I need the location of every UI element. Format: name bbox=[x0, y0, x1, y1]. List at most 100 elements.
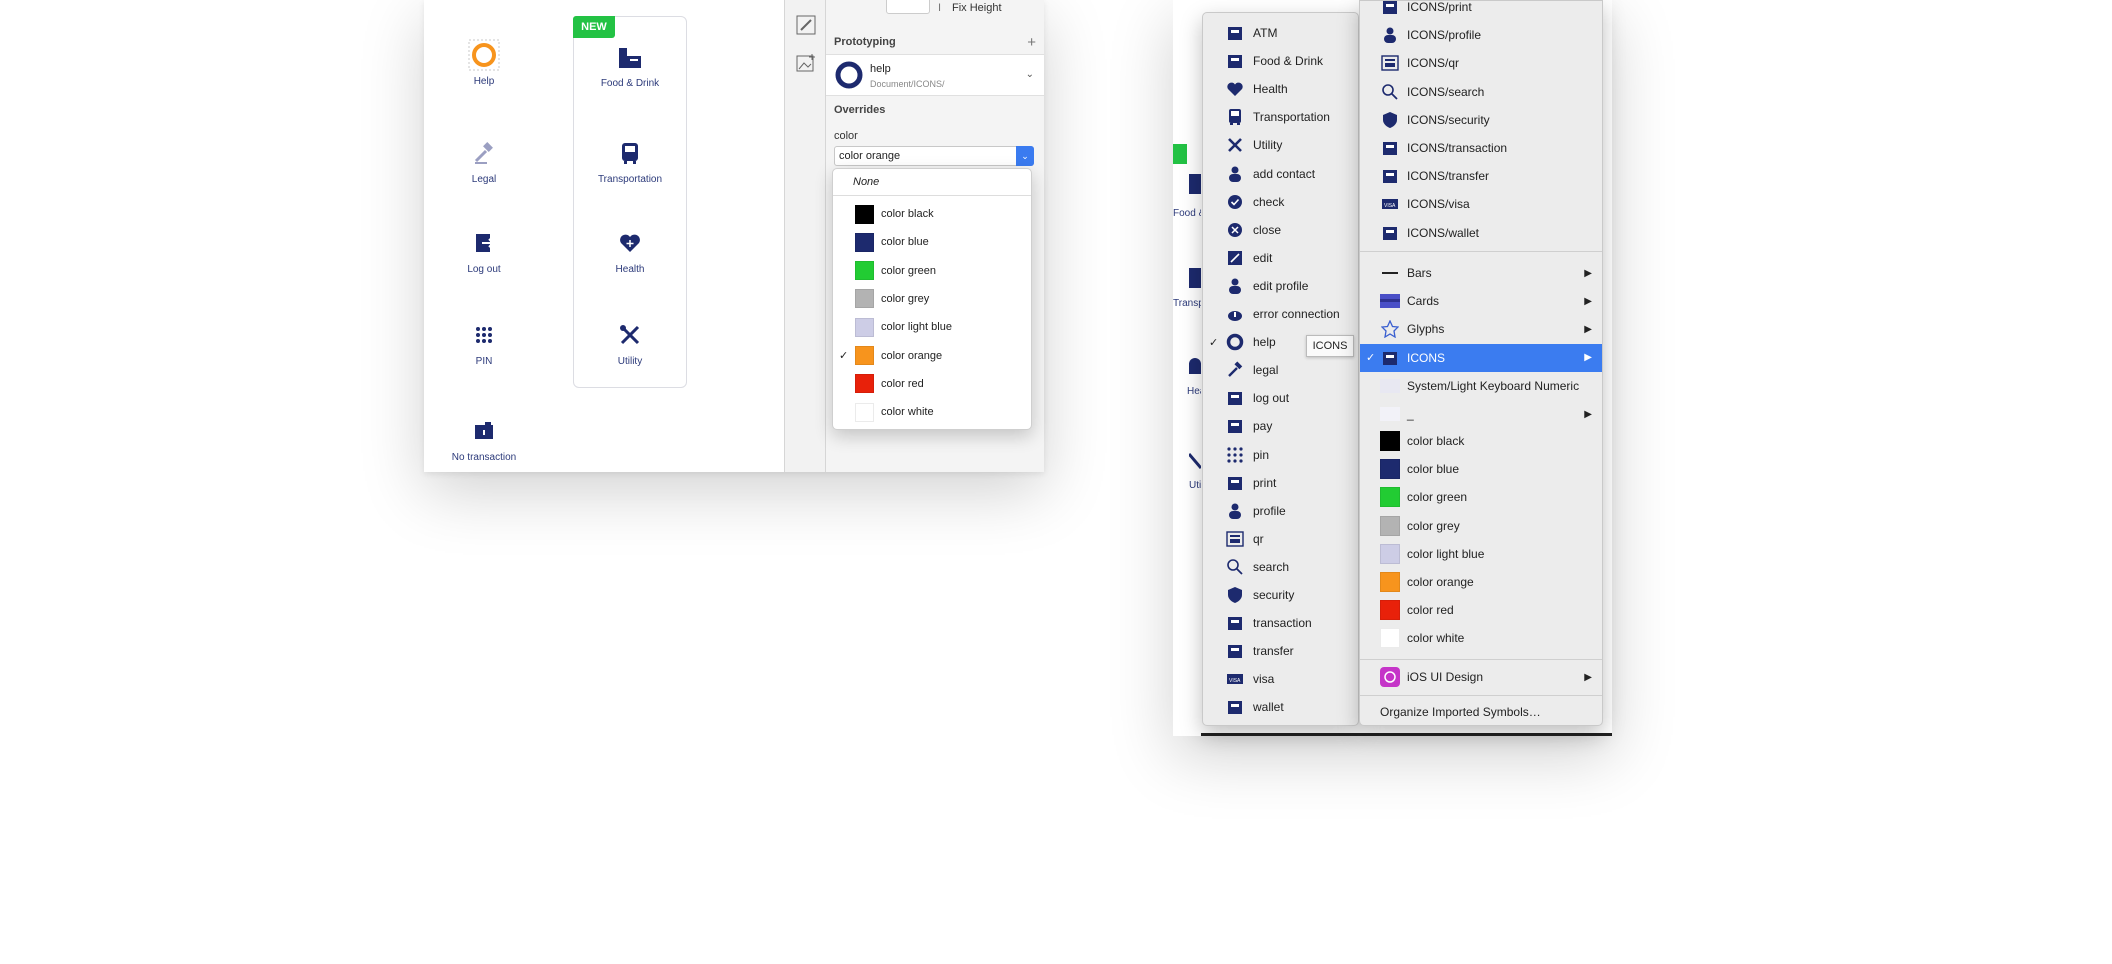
color-override-select[interactable]: color orange ⌄ bbox=[834, 146, 1034, 166]
symbols-menu-item-icons-wallet[interactable]: ICONS/wallet bbox=[1360, 219, 1602, 247]
icons-submenu-item-security[interactable]: security bbox=[1203, 581, 1358, 609]
symbols-menu-item-icons-profile[interactable]: ICONS/profile bbox=[1360, 21, 1602, 49]
symbols-menu-item-icons-transaction[interactable]: ICONS/transaction bbox=[1360, 134, 1602, 162]
icons-submenu-item-atm[interactable]: ATM bbox=[1203, 19, 1358, 47]
icons-submenu-item-pin[interactable]: pin bbox=[1203, 441, 1358, 469]
icons-submenu-item-transfer[interactable]: transfer bbox=[1203, 637, 1358, 665]
artboard-item-food-drink[interactable]: Food & Drink bbox=[570, 40, 690, 89]
symbols-menu-color-blue[interactable]: color blue bbox=[1360, 455, 1602, 483]
menu-item-label: Glyphs bbox=[1407, 322, 1445, 337]
symbols-menu-color-orange[interactable]: color orange bbox=[1360, 568, 1602, 596]
menu-item-label: ATM bbox=[1253, 26, 1278, 40]
icons-submenu-item-legal[interactable]: legal bbox=[1203, 356, 1358, 384]
symbols-group-cards[interactable]: Cards ▶ bbox=[1360, 287, 1602, 315]
tooltip: ICONS bbox=[1306, 335, 1354, 357]
icons-submenu-item-transaction[interactable]: transaction bbox=[1203, 609, 1358, 637]
artboard-item-log-out[interactable]: Log out bbox=[424, 226, 544, 275]
artboard-item-legal[interactable]: Legal bbox=[424, 136, 544, 185]
icons-submenu-item-wallet[interactable]: wallet bbox=[1203, 693, 1358, 721]
edit-image-tool-icon[interactable] bbox=[793, 12, 819, 38]
qr-icon bbox=[1380, 53, 1400, 73]
symbols-menu-item-icons-security[interactable]: ICONS/security bbox=[1360, 106, 1602, 134]
icons-submenu-item-add-contact[interactable]: add contact bbox=[1203, 160, 1358, 188]
color-swatch bbox=[1380, 487, 1400, 508]
symbol-instance-box[interactable]: help Document/ICONS/ ⌄ bbox=[826, 54, 1044, 96]
symbols-menu-item-icons-print[interactable]: ICONS/print bbox=[1360, 0, 1602, 21]
symbols-menu-item-icons-search[interactable]: ICONS/search bbox=[1360, 78, 1602, 106]
icons-submenu-item-transportation[interactable]: Transportation bbox=[1203, 103, 1358, 131]
symbols-group-bars[interactable]: Bars ▶ bbox=[1360, 259, 1602, 287]
symbols-group-icons[interactable]: ✓ ICONS ▶ bbox=[1360, 343, 1602, 372]
menu-item-label: Food & Drink bbox=[1253, 54, 1324, 69]
symbols-menu-item-icons-qr[interactable]: ICONS/qr bbox=[1360, 49, 1602, 77]
add-prototyping-icon[interactable]: + bbox=[1027, 34, 1036, 51]
dropdown-item-color-grey[interactable]: color grey bbox=[833, 286, 1031, 312]
fix-height-row[interactable]: I Fix Height bbox=[886, 0, 1044, 18]
icons-submenu-item-edit[interactable]: edit bbox=[1203, 244, 1358, 272]
food-drink-icon bbox=[1225, 51, 1245, 71]
tool-strip bbox=[784, 0, 826, 472]
utility-icon bbox=[613, 318, 647, 352]
peek-label: Food & bbox=[1173, 208, 1201, 219]
artboard-item-utility[interactable]: Utility bbox=[570, 318, 690, 367]
symbols-menu-color-green[interactable]: color green bbox=[1360, 483, 1602, 511]
icons-submenu-item-print[interactable]: print bbox=[1203, 469, 1358, 497]
symbols-library-ios-ui-design[interactable]: iOS UI Design ▶ bbox=[1360, 663, 1602, 691]
icons-submenu-item-pay[interactable]: pay bbox=[1203, 412, 1358, 440]
icons-submenu-item-qr[interactable]: qr bbox=[1203, 525, 1358, 553]
dropdown-item-color-white[interactable]: color white bbox=[833, 399, 1031, 425]
print-icon bbox=[1225, 473, 1245, 493]
dropdown-item-color-black[interactable]: color black bbox=[833, 201, 1031, 227]
symbols-menu-color-black[interactable]: color black bbox=[1360, 427, 1602, 455]
artboard-item-label: Utility bbox=[617, 356, 643, 367]
image-tool-icon[interactable] bbox=[793, 50, 819, 76]
icons-submenu-item-error-connection[interactable]: error connection bbox=[1203, 300, 1358, 328]
dropdown-item-none[interactable]: None bbox=[833, 169, 1031, 195]
dropdown-item-color-green[interactable]: color green bbox=[833, 258, 1031, 284]
icons-submenu-item-edit-profile[interactable]: edit profile bbox=[1203, 272, 1358, 300]
symbols-menu-color-grey[interactable]: color grey bbox=[1360, 512, 1602, 540]
symbols-group-system-light-keyboard-numeric[interactable]: System/Light Keyboard Numeric bbox=[1360, 372, 1602, 400]
dropdown-item-label: color green bbox=[881, 264, 937, 277]
symbols-menu-item-icons-transfer[interactable]: ICONS/transfer bbox=[1360, 162, 1602, 190]
svg-text:VISA: VISA bbox=[1229, 678, 1241, 684]
icons-submenu-item-visa[interactable]: VISA visa bbox=[1203, 665, 1358, 693]
dropdown-item-color-red[interactable]: color red bbox=[833, 371, 1031, 397]
edit-icon bbox=[1225, 248, 1245, 268]
artboard-item-pin[interactable]: PIN bbox=[424, 318, 544, 367]
icons-submenu-item-check[interactable]: check bbox=[1203, 188, 1358, 216]
icons-submenu-item-profile[interactable]: profile bbox=[1203, 497, 1358, 525]
artboard-item-health[interactable]: Health bbox=[570, 226, 690, 275]
symbols-menu-color-white[interactable]: color white bbox=[1360, 624, 1602, 652]
color-swatch bbox=[1380, 543, 1400, 564]
symbols-menu-color-light-blue[interactable]: color light blue bbox=[1360, 540, 1602, 568]
icons-submenu-item-log-out[interactable]: log out bbox=[1203, 384, 1358, 412]
artboard-item-transportation[interactable]: Transportation bbox=[570, 136, 690, 185]
symbols-group-underscore[interactable]: _ ▶ bbox=[1360, 400, 1602, 428]
artboard-item-help[interactable]: Help bbox=[424, 38, 544, 87]
color-swatch bbox=[1380, 515, 1400, 536]
dropdown-item-color-light-blue[interactable]: color light blue bbox=[833, 314, 1031, 340]
peek-label: Uti bbox=[1189, 480, 1201, 491]
chevron-down-icon[interactable]: ⌄ bbox=[1026, 69, 1034, 80]
group-4-icon bbox=[1380, 376, 1400, 396]
symbols-group-glyphs[interactable]: Glyphs ▶ bbox=[1360, 315, 1602, 343]
symbols-menu-color-red[interactable]: color red bbox=[1360, 596, 1602, 624]
artboard: NEW Help Food & Drink Legal Transportati… bbox=[424, 0, 784, 472]
artboard-item-no-transaction[interactable]: No transaction bbox=[424, 414, 544, 463]
icons-submenu-item-close[interactable]: close bbox=[1203, 216, 1358, 244]
menu-item-label: qr bbox=[1253, 531, 1264, 546]
dropdown-item-color-orange[interactable]: ✓ color orange bbox=[833, 343, 1031, 369]
visa-icon: VISA bbox=[1380, 194, 1400, 214]
select-arrows-icon[interactable]: ⌄ bbox=[1016, 146, 1034, 166]
icons-submenu-item-search[interactable]: search bbox=[1203, 553, 1358, 581]
menu-item-label: ICONS bbox=[1407, 350, 1446, 365]
icons-submenu-item-health[interactable]: Health bbox=[1203, 75, 1358, 103]
height-field[interactable] bbox=[886, 0, 930, 14]
dropdown-item-color-blue[interactable]: color blue bbox=[833, 229, 1031, 255]
group-1-icon bbox=[1380, 291, 1400, 311]
icons-submenu-item-food-drink[interactable]: Food & Drink bbox=[1203, 47, 1358, 75]
organize-imported-symbols[interactable]: Organize Imported Symbols… bbox=[1360, 698, 1602, 726]
symbols-menu-item-icons-visa[interactable]: VISA ICONS/visa bbox=[1360, 190, 1602, 218]
icons-submenu-item-utility[interactable]: Utility bbox=[1203, 131, 1358, 159]
